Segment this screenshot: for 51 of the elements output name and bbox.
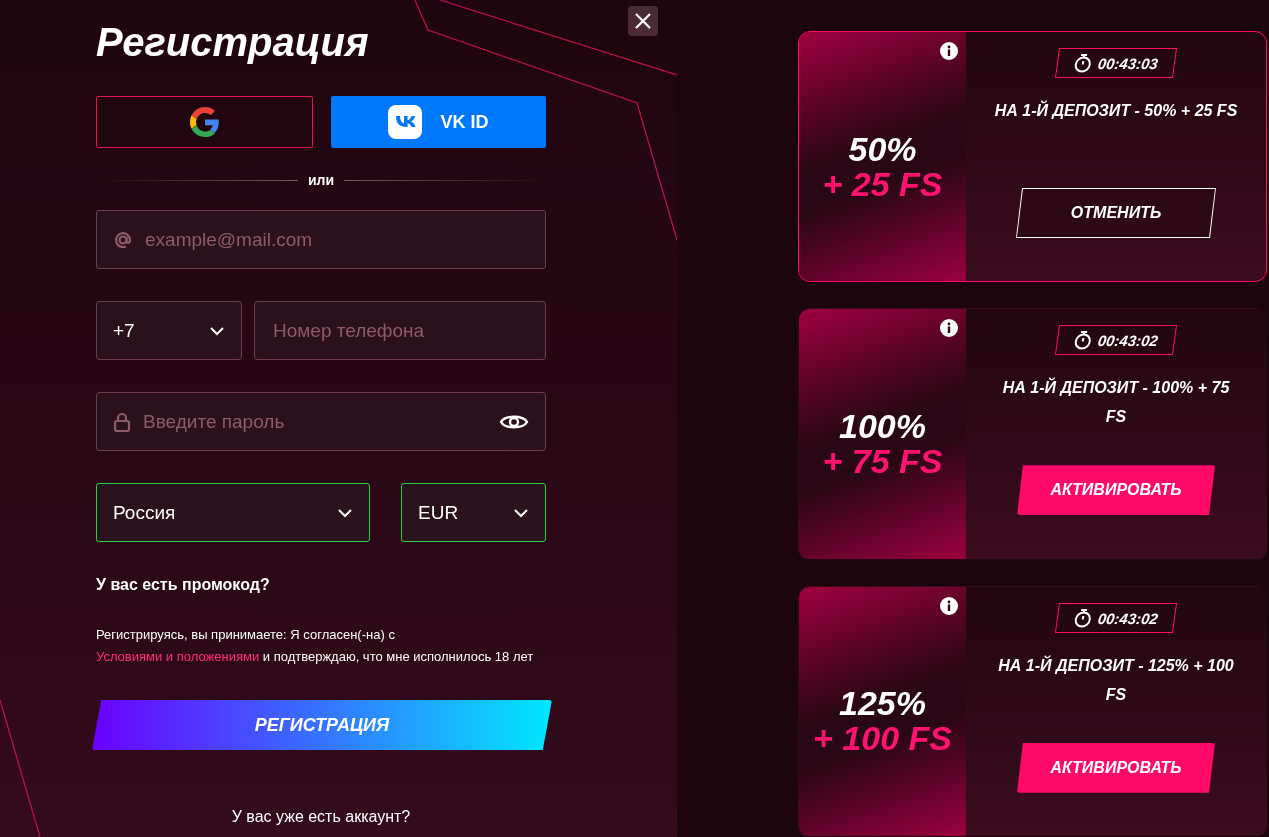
activate-button[interactable]: АКТИВИРОВАТЬ [1017,742,1215,793]
countdown-timer: 00:43:03 [1054,48,1178,78]
lock-icon [113,411,131,432]
info-icon [940,596,958,615]
currency-select[interactable]: EUR [401,483,546,542]
chevron-down-icon [209,325,225,336]
bonus-card[interactable]: 125% + 100 FS 00:43:02 НА 1-Й ДЕПОЗИТ - 125% + 100 FS АКТИВИРОВАТЬ [798,585,1267,837]
bonus-card[interactable]: 50% + 25 FS 00:43:03 НА 1-Й ДЕПОЗИТ - 50% + 25 FS ОТМЕНИТЬ [798,31,1267,283]
bonus-description: НА 1-Й ДЕПОЗИТ - 100% + 75 FS [1001,376,1231,428]
password-field[interactable]: Введите пароль [96,392,546,451]
info-icon [940,319,958,338]
info-icon [940,42,958,60]
chevron-down-icon [513,507,529,518]
phone-input[interactable]: Номер телефона [271,318,529,343]
bonus-free-spins: + 25 FS [822,165,943,202]
login-prompt[interactable]: У вас уже есть аккаунт? [96,808,546,826]
google-button[interactable] [96,96,313,148]
stopwatch-icon [1072,53,1094,73]
email-input[interactable]: example@mail.com [143,227,529,252]
cancel-button[interactable]: ОТМЕНИТЬ [1016,188,1216,238]
close-icon [634,12,652,30]
register-button[interactable]: РЕГИСТРАЦИЯ [92,700,552,750]
divider-text: или [307,172,335,188]
bonus-description: НА 1-Й ДЕПОЗИТ - 125% + 100 FS [997,654,1235,705]
bonus-description: НА 1-Й ДЕПОЗИТ - 50% + 25 FS [993,99,1239,121]
bonus-card[interactable]: 100% + 75 FS 00:43:02 НА 1-Й ДЕПОЗИТ - 100% + 75 FS АКТИВИРОВАТЬ [798,308,1267,560]
chevron-down-icon [337,507,353,518]
phone-field[interactable]: Номер телефона [254,301,546,360]
terms-text: Регистрируясь, вы принимаете: Я согласен(-на) с Условиями и положениями и подтверждаю, что мне исполнилось 18 лет [96,626,535,666]
promo-code-link[interactable]: У вас есть промокод? [96,576,546,594]
bonus-percent: 100% [839,409,926,443]
at-sign-icon [113,229,133,250]
countdown-timer: 00:43:02 [1054,325,1178,356]
bonus-free-spins: + 75 FS [822,443,943,479]
google-g-icon [189,107,220,137]
email-field[interactable]: example@mail.com [96,210,546,269]
stopwatch-icon [1072,607,1094,628]
bonus-percent: 125% [839,686,926,721]
password-input[interactable]: Введите пароль [141,409,489,434]
country-select[interactable]: Россия [96,483,370,542]
page-title: Регистрация [96,19,370,66]
stopwatch-icon [1072,330,1094,351]
bonus-free-spins: + 100 FS [813,720,952,757]
countdown-timer: 00:43:02 [1054,602,1178,633]
bonus-percent: 50% [848,131,917,166]
activate-button[interactable]: АКТИВИРОВАТЬ [1017,465,1215,516]
vk-logo-icon [388,105,423,139]
terms-link[interactable]: Условиями и положениями [96,649,260,664]
phone-code-select[interactable]: +7 [96,301,242,360]
close-button[interactable] [628,6,658,36]
vk-id-button[interactable]: VK ID [331,96,546,148]
